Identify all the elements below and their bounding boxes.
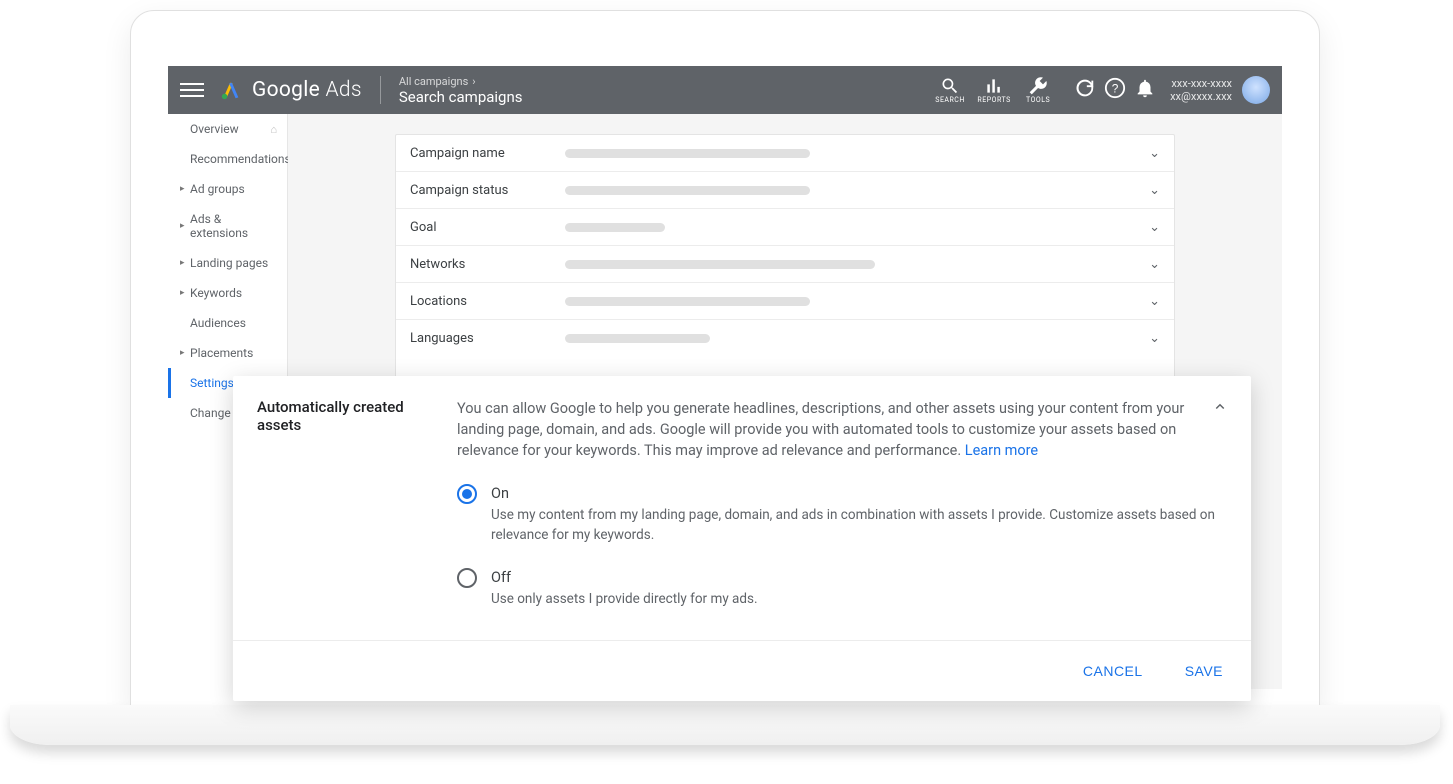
setting-row-campaign-status[interactable]: Campaign status ⌄ [396,172,1174,209]
help-button[interactable]: ? [1104,77,1126,103]
avatar[interactable] [1242,76,1270,104]
bar-chart-icon [984,76,1004,96]
app-logo-text: Google Ads [252,78,362,102]
help-icon: ? [1104,77,1126,99]
sidebar-item-overview[interactable]: Overview ⌂ [168,114,287,144]
chevron-down-icon: ⌄ [1149,331,1160,346]
radio-off-title: Off [491,567,758,588]
learn-more-link[interactable]: Learn more [965,442,1038,459]
tools-button[interactable]: TOOLS [1016,76,1060,104]
hamburger-menu-icon[interactable] [180,78,204,102]
laptop-base [10,705,1440,745]
placeholder-skeleton [565,223,665,232]
placeholder-skeleton [565,186,810,195]
breadcrumb-top: All campaigns [399,75,468,88]
chevron-up-icon [1211,398,1229,416]
notifications-button[interactable] [1134,77,1156,103]
refresh-icon [1074,77,1096,99]
collapse-button[interactable] [1211,398,1229,420]
chevron-down-icon: ⌄ [1149,220,1160,235]
auto-created-assets-panel: Automatically created assets You can all… [233,376,1251,701]
chevron-down-icon: ⌄ [1149,183,1160,198]
sidebar-item-ads-extensions[interactable]: ▸ Ads & extensions [168,204,287,248]
sidebar-item-ad-groups[interactable]: ▸ Ad groups [168,174,287,204]
sidebar-item-keywords[interactable]: ▸ Keywords [168,278,287,308]
wrench-icon [1028,76,1048,96]
radio-selected-icon [457,484,477,504]
reports-button[interactable]: REPORTS [972,76,1016,104]
sidebar-item-audiences[interactable]: Audiences [168,308,287,338]
panel-actions: CANCEL SAVE [233,640,1251,701]
app-header: Google Ads All campaigns › Search campai… [168,66,1282,114]
panel-title: Automatically created assets [257,398,457,614]
radio-option-on[interactable]: On Use my content from my landing page, … [457,483,1223,545]
radio-on-title: On [491,483,1223,504]
svg-text:?: ? [1112,82,1119,96]
setting-row-campaign-name[interactable]: Campaign name ⌄ [396,135,1174,172]
panel-description: You can allow Google to help you generat… [457,400,1184,459]
setting-row-languages[interactable]: Languages ⌄ [396,320,1174,357]
bell-icon [1134,77,1156,99]
asset-mode-radiogroup: On Use my content from my landing page, … [457,483,1223,610]
breadcrumb-current: Search campaigns [399,88,523,106]
caret-right-icon: ▸ [180,288,185,298]
sidebar-item-recommendations[interactable]: Recommendations [168,144,287,174]
google-ads-logo-icon [220,79,242,101]
sidebar-item-placements[interactable]: ▸ Placements [168,338,287,368]
radio-unselected-icon [457,568,477,588]
radio-on-desc: Use my content from my landing page, dom… [491,506,1223,545]
home-icon: ⌂ [270,123,277,136]
chevron-right-icon: › [472,75,475,88]
app-logo[interactable]: Google Ads [220,78,362,102]
divider [380,76,381,104]
radio-off-desc: Use only assets I provide directly for m… [491,590,758,610]
search-icon [940,76,960,96]
search-button[interactable]: SEARCH [928,76,972,104]
panel-content: You can allow Google to help you generat… [457,398,1223,614]
breadcrumb[interactable]: All campaigns › Search campaigns [399,75,523,106]
caret-right-icon: ▸ [180,221,185,231]
setting-row-locations[interactable]: Locations ⌄ [396,283,1174,320]
setting-row-goal[interactable]: Goal ⌄ [396,209,1174,246]
cancel-button[interactable]: CANCEL [1075,657,1151,685]
save-button[interactable]: SAVE [1177,657,1231,685]
chevron-down-icon: ⌄ [1149,146,1160,161]
placeholder-skeleton [565,260,875,269]
caret-right-icon: ▸ [180,258,185,268]
placeholder-skeleton [565,334,710,343]
placeholder-skeleton [565,297,810,306]
setting-row-networks[interactable]: Networks ⌄ [396,246,1174,283]
chevron-down-icon: ⌄ [1149,294,1160,309]
refresh-button[interactable] [1074,77,1096,103]
caret-right-icon: ▸ [180,184,185,194]
caret-right-icon: ▸ [180,348,185,358]
account-info: xxx-xxx-xxxx xx@xxxx.xxx [1170,77,1232,103]
chevron-down-icon: ⌄ [1149,257,1160,272]
radio-option-off[interactable]: Off Use only assets I provide directly f… [457,567,1223,610]
sidebar-item-landing-pages[interactable]: ▸ Landing pages [168,248,287,278]
placeholder-skeleton [565,149,810,158]
